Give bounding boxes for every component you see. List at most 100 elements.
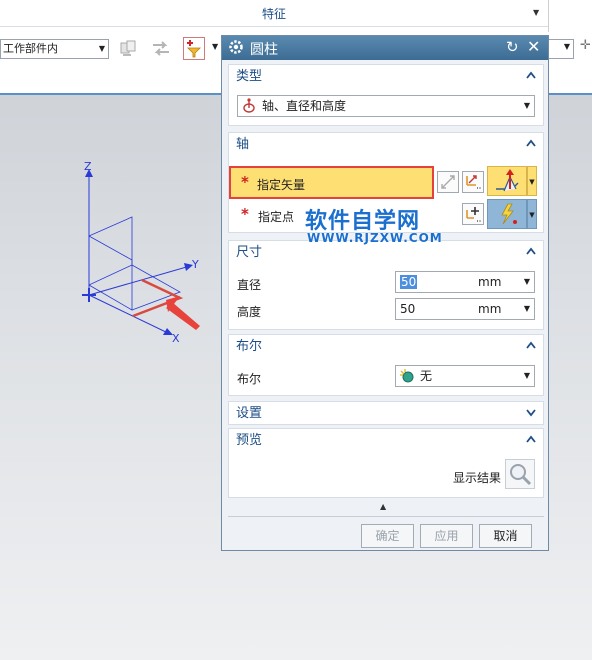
ribbon-divider-vertical	[548, 0, 549, 32]
chevron-up-icon[interactable]	[525, 433, 537, 445]
specify-vector-row[interactable]: * 指定矢量	[229, 166, 434, 199]
magnifier-icon	[510, 464, 532, 486]
height-unit: mm	[478, 302, 502, 316]
chevron-down-icon[interactable]	[525, 406, 537, 418]
chevron-up-icon[interactable]	[525, 339, 537, 351]
vector-type-dropdown[interactable]: ▼	[527, 166, 537, 196]
height-input[interactable]: 50 mm ▼	[395, 298, 535, 320]
gear-icon	[229, 40, 243, 54]
reset-icon[interactable]: ↻	[506, 38, 519, 56]
chevron-down-icon: ▼	[523, 371, 530, 380]
selection-scope-value: 工作部件内	[3, 42, 58, 55]
show-result-label: 显示结果	[453, 471, 502, 485]
close-icon[interactable]: ✕	[527, 37, 540, 56]
section-dimensions-title: 尺寸	[236, 245, 263, 260]
boolean-select[interactable]: 无 ▼	[395, 365, 535, 387]
height-value: 50	[400, 302, 416, 316]
boolean-select-value: 无	[420, 369, 433, 383]
point-constructor-icon	[466, 207, 481, 222]
x-axis-label: X	[172, 332, 180, 345]
selection-scope-select[interactable]: 工作部件内 ▼	[0, 39, 109, 59]
diameter-unit: mm	[478, 275, 502, 289]
vector-constructor-icon	[466, 175, 481, 189]
section-settings-header[interactable]: 设置	[229, 402, 543, 426]
datum-plane-yz	[88, 216, 133, 286]
chevron-up-icon[interactable]	[525, 69, 537, 81]
right-toolbar-select[interactable]: ▼	[548, 39, 574, 59]
reverse-direction-button[interactable]	[437, 171, 459, 193]
ok-button[interactable]: 确定	[361, 524, 414, 548]
datum-plane-xz	[88, 235, 133, 311]
diameter-value: 50	[400, 275, 418, 289]
section-preview-title: 预览	[236, 433, 263, 448]
section-axis-header[interactable]: 轴	[229, 133, 543, 157]
boolean-none-icon	[400, 369, 414, 383]
inferred-point-button[interactable]	[487, 199, 527, 229]
ribbon-group-title: 特征	[261, 7, 286, 21]
chevron-down-icon[interactable]: ▼	[533, 8, 539, 17]
origin-marker	[82, 288, 96, 302]
wcs-axes-graphic: Z Y X	[82, 160, 200, 345]
chevron-down-icon[interactable]: ▼	[524, 272, 530, 292]
y-axis-line	[88, 265, 191, 296]
inferred-point-icon	[501, 203, 517, 225]
dialog-title-bar[interactable]: 圆柱 ↻ ✕	[222, 36, 548, 60]
chevron-down-icon: ▼	[523, 101, 530, 110]
section-preview: 预览 显示结果	[228, 428, 544, 498]
selection-filter-button[interactable]	[183, 37, 205, 60]
cancel-button[interactable]: 取消	[479, 524, 532, 548]
link-arrows-icon[interactable]	[150, 37, 172, 59]
section-type-title: 类型	[236, 69, 263, 84]
reverse-direction-icon	[441, 175, 455, 189]
inferred-vector-icon	[496, 169, 519, 192]
section-boolean-title: 布尔	[236, 339, 263, 354]
specify-point-label[interactable]: 指定点	[258, 208, 294, 225]
apply-button[interactable]: 应用	[420, 524, 473, 548]
y-axis-label: Y	[191, 258, 199, 271]
point-dialog-button[interactable]	[462, 203, 484, 225]
required-asterisk-icon: *	[241, 173, 249, 191]
dialog-title: 圆柱	[250, 42, 278, 58]
chevron-up-icon[interactable]	[525, 245, 537, 257]
z-axis-label: Z	[84, 160, 92, 173]
cylinder-type-icon	[243, 98, 255, 113]
chevron-down-icon[interactable]: ▼	[524, 299, 530, 319]
section-settings: 设置	[228, 401, 544, 425]
chevron-down-icon: ▼	[529, 211, 535, 219]
specify-vector-label: 指定矢量	[257, 178, 306, 192]
required-asterisk-icon: *	[241, 205, 249, 223]
type-select[interactable]: 轴、直径和高度 ▼	[237, 95, 535, 117]
section-type: 类型 轴、直径和高度 ▼	[228, 64, 544, 126]
chevron-down-icon: ▼	[529, 178, 535, 186]
section-preview-header[interactable]: 预览	[229, 429, 543, 453]
section-boolean: 布尔 布尔 无 ▼	[228, 334, 544, 396]
height-label: 高度	[237, 305, 262, 319]
boolean-label: 布尔	[237, 372, 262, 386]
diameter-label: 直径	[237, 278, 262, 292]
section-axis-title: 轴	[236, 137, 250, 152]
chevron-down-icon[interactable]: ▼	[212, 42, 218, 51]
chevron-up-icon[interactable]	[525, 137, 537, 149]
watermark-url: WWW.RJZXW.COM	[307, 231, 443, 245]
vector-dialog-button[interactable]	[462, 171, 484, 193]
section-settings-title: 设置	[236, 406, 263, 421]
funnel-icon	[187, 40, 201, 58]
type-select-value: 轴、直径和高度	[262, 99, 347, 113]
assembly-select-icon[interactable]	[118, 37, 140, 59]
section-type-header[interactable]: 类型	[229, 65, 543, 89]
pointer-arrow-icon	[166, 296, 200, 330]
inferred-vector-button[interactable]	[487, 166, 527, 196]
x-axis-line	[88, 294, 171, 335]
cylinder-dialog: 圆柱 ↻ ✕ 类型 轴、直径和高度 ▼ 轴 * 指定矢量 ▼ * 指定点 ▼ 尺…	[221, 35, 549, 551]
ribbon-divider	[0, 26, 548, 27]
point-type-dropdown[interactable]: ▼	[527, 199, 537, 229]
section-dimensions: 尺寸 直径 50 mm ▼ 高度 50 mm ▼	[228, 240, 544, 330]
section-boolean-header[interactable]: 布尔	[229, 335, 543, 359]
chevron-down-icon: ▼	[98, 44, 105, 53]
chevron-down-icon: ▼	[563, 42, 570, 51]
expand-dialog-icon[interactable]: ▲	[380, 502, 386, 511]
snap-point-icon[interactable]: ✛	[580, 38, 591, 53]
show-result-button[interactable]	[505, 459, 535, 489]
diameter-input[interactable]: 50 mm ▼	[395, 271, 535, 293]
dialog-footer-divider	[228, 516, 544, 517]
